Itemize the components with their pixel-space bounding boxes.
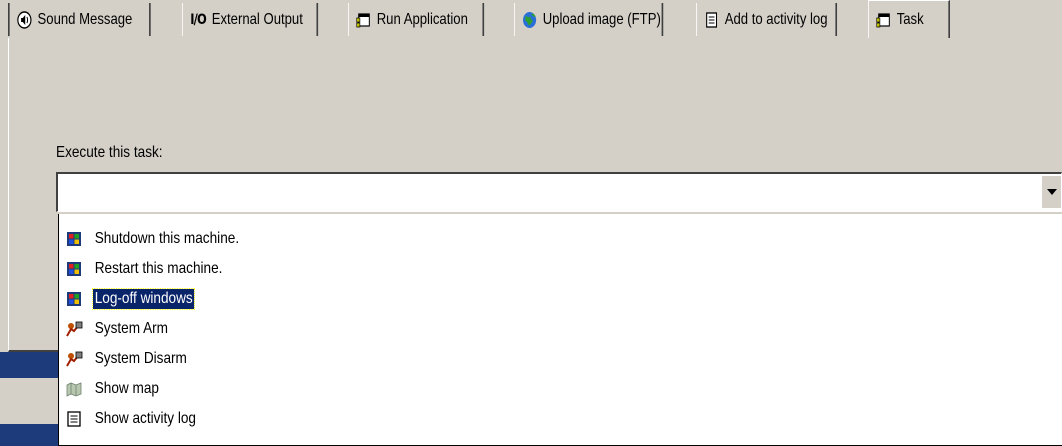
- dropdown-arrow-button[interactable]: [1041, 176, 1061, 208]
- windows-flag-icon: [65, 260, 83, 278]
- background-window-titlebar-lower: [0, 424, 60, 446]
- tab-label: Add to activity log: [724, 10, 828, 28]
- dropdown-item-restart[interactable]: Restart this machine.: [65, 254, 247, 284]
- dropdown-item-show-activity-log[interactable]: Show activity log: [65, 404, 216, 434]
- dropdown-item-show-map[interactable]: Show map: [65, 374, 173, 404]
- dropdown-item-label: System Disarm: [94, 350, 187, 367]
- keypad-user-icon: [65, 350, 83, 368]
- dropdown-item-label: Log-off windows: [92, 288, 196, 310]
- dropdown-item-label: Show map: [94, 380, 159, 397]
- log-document-icon: [704, 11, 719, 29]
- dropdown-item-log-off[interactable]: Log-off windows: [65, 284, 212, 314]
- dropdown-item-label: Show activity log: [94, 410, 196, 427]
- log-document-icon: [65, 410, 83, 428]
- map-icon: [65, 380, 83, 398]
- tab-task[interactable]: Task: [868, 0, 950, 38]
- application-window-icon: [356, 11, 371, 29]
- execute-task-label: Execute this task:: [56, 144, 163, 161]
- globe-icon: [522, 11, 537, 29]
- tab-external-output[interactable]: I/O External Output: [182, 3, 319, 36]
- tab-label: Sound Message: [37, 10, 133, 28]
- tab-add-to-activity-log[interactable]: Add to activity log: [696, 3, 838, 36]
- action-tabstrip: Sound Message I/O External Output Run Ap…: [8, 0, 1062, 38]
- dropdown-item-label: Shutdown this machine.: [94, 230, 240, 247]
- tab-label: Task: [896, 10, 924, 28]
- background-window-body: [0, 378, 60, 424]
- execute-task-value[interactable]: [62, 178, 1035, 207]
- chevron-down-icon: [1046, 189, 1057, 195]
- dropdown-item-label: Restart this machine.: [94, 260, 223, 277]
- tab-label: External Output: [211, 10, 303, 28]
- dropdown-item-shutdown[interactable]: Shutdown this machine.: [65, 224, 267, 254]
- task-settings-window: Sound Message I/O External Output Run Ap…: [0, 0, 1062, 446]
- execute-task-combobox[interactable]: [56, 172, 1062, 212]
- tab-label: Run Application: [376, 10, 468, 28]
- tab-label: Upload image (FTP): [542, 10, 661, 28]
- tab-run-application[interactable]: Run Application: [348, 3, 485, 36]
- tab-upload-image-ftp[interactable]: Upload image (FTP): [514, 3, 664, 36]
- dropdown-item-label: System Arm: [94, 320, 168, 337]
- background-window-titlebar: [0, 352, 60, 378]
- io-icon: I/O: [190, 11, 207, 28]
- tab-sound-message[interactable]: Sound Message: [8, 3, 151, 36]
- task-dropdown-list: Shutdown this machine. Restart this mach…: [58, 214, 1062, 446]
- dropdown-item-system-arm[interactable]: System Arm: [65, 314, 183, 344]
- dropdown-item-system-disarm[interactable]: System Disarm: [65, 344, 205, 374]
- windows-flag-icon: [65, 230, 83, 248]
- speaker-icon: [17, 10, 32, 29]
- task-window-icon: [876, 11, 891, 29]
- windows-flag-icon: [65, 290, 83, 308]
- keypad-user-icon: [65, 320, 83, 338]
